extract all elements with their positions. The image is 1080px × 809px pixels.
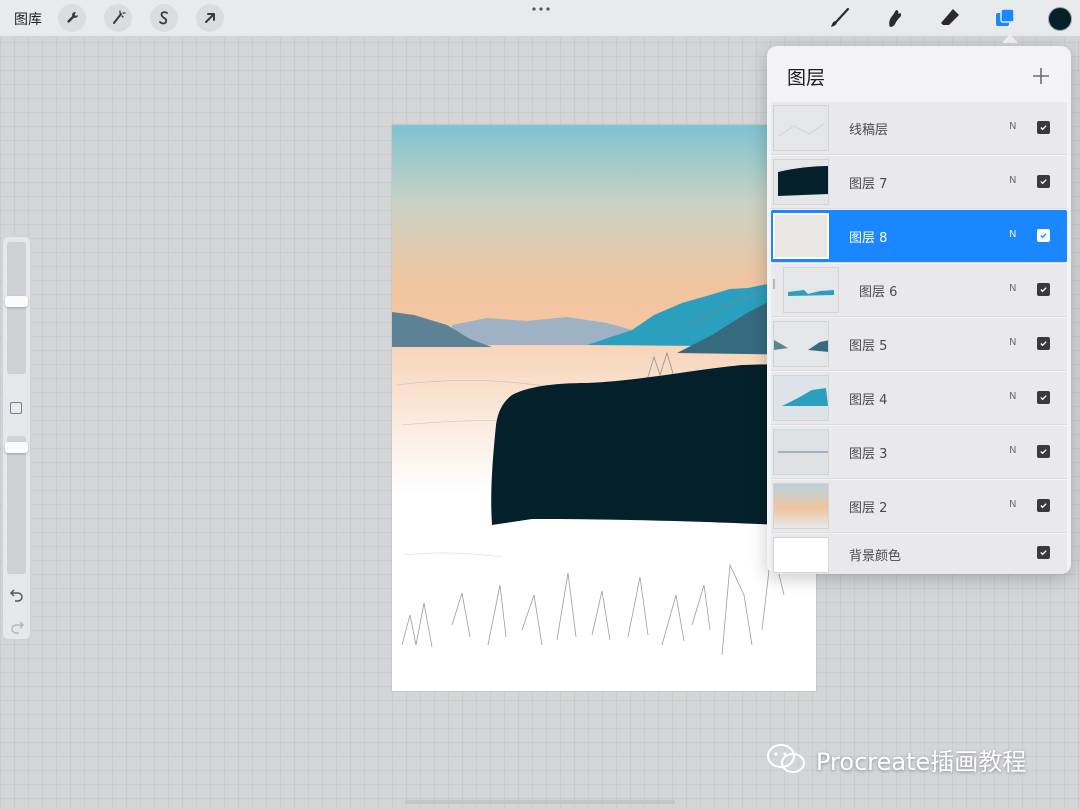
opacity-thumb[interactable]: [5, 442, 28, 453]
eraser-icon[interactable]: [938, 6, 962, 30]
blend-mode-button[interactable]: N: [1009, 445, 1016, 456]
visibility-checkbox[interactable]: [1037, 229, 1050, 242]
undo-icon[interactable]: [9, 588, 25, 602]
layer-row-active[interactable]: 图层 8 N: [771, 210, 1067, 263]
magic-wand-icon[interactable]: [104, 4, 132, 32]
visibility-checkbox[interactable]: [1037, 337, 1050, 350]
layers-panel: 图层 线稿层 N 图层 7 N 图层 8 N 图层 6 N 图层 5 N 图层 …: [767, 46, 1071, 574]
brush-icon[interactable]: [828, 6, 852, 30]
current-color-swatch[interactable]: [1048, 7, 1072, 31]
blend-mode-button[interactable]: N: [1009, 337, 1016, 348]
layers-icon[interactable]: [993, 6, 1017, 30]
blend-mode-button[interactable]: N: [1009, 391, 1016, 402]
layer-name: 图层 5: [849, 339, 888, 354]
layer-name: 图层 4: [849, 393, 888, 408]
layer-thumbnail: [773, 429, 829, 475]
visibility-checkbox[interactable]: [1037, 445, 1050, 458]
layer-row[interactable]: 图层 7 N: [771, 156, 1067, 209]
island-thumbnail-icon: [778, 166, 828, 196]
blend-mode-button[interactable]: N: [1009, 499, 1016, 510]
more-dots-icon[interactable]: [528, 4, 554, 14]
artwork-illustration: [392, 125, 816, 691]
drawing-canvas[interactable]: [392, 125, 816, 691]
smudge-icon[interactable]: [883, 6, 907, 30]
watermark: Procreate插画教程: [766, 742, 1026, 776]
layer-row[interactable]: 图层 5 N: [771, 318, 1067, 371]
brush-size-slider[interactable]: [7, 242, 26, 374]
gallery-button[interactable]: 图库: [14, 9, 42, 29]
water-strip-thumbnail-icon: [788, 290, 834, 296]
layer-thumbnail: [773, 375, 829, 421]
modify-button[interactable]: [10, 402, 22, 414]
blend-mode-button[interactable]: N: [1009, 175, 1016, 186]
horizon-thumbnail-icon: [778, 451, 828, 453]
brush-size-thumb[interactable]: [5, 296, 28, 307]
background-color-row[interactable]: 背景颜色: [771, 534, 1067, 574]
blend-mode-button[interactable]: N: [1009, 121, 1016, 132]
wrench-icon[interactable]: [58, 4, 86, 32]
layer-name: 图层 7: [849, 177, 888, 192]
selection-icon[interactable]: [150, 4, 178, 32]
layer-name: 图层 2: [849, 501, 888, 516]
layer-row[interactable]: 图层 4 N: [771, 372, 1067, 425]
layer-name: 背景颜色: [849, 549, 902, 564]
layer-thumbnail: [773, 213, 829, 259]
visibility-checkbox[interactable]: [1037, 546, 1050, 559]
layer-row[interactable]: 线稿层 N: [771, 102, 1067, 155]
transform-arrow-icon[interactable]: [196, 4, 224, 32]
plus-icon[interactable]: [1031, 66, 1051, 86]
clipping-mask-icon: [773, 279, 775, 289]
top-toolbar: 图库: [0, 0, 1080, 37]
sketch-thumbnail-icon: [778, 123, 825, 137]
blend-mode-button[interactable]: N: [1009, 229, 1016, 240]
layer-name: 线稿层: [849, 123, 889, 138]
opacity-slider[interactable]: [7, 436, 26, 574]
layer-thumbnail: [773, 321, 829, 367]
redo-icon[interactable]: [9, 620, 25, 634]
left-sidebar: [2, 236, 31, 640]
layers-panel-title: 图层: [787, 67, 826, 89]
visibility-checkbox[interactable]: [1037, 175, 1050, 188]
hills-thumbnail-icon: [774, 340, 828, 352]
layer-thumbnail: [773, 537, 829, 573]
visibility-checkbox[interactable]: [1037, 121, 1050, 134]
layer-row[interactable]: 图层 6 N: [771, 264, 1067, 317]
visibility-checkbox[interactable]: [1037, 391, 1050, 404]
layer-name: 图层 6: [859, 285, 898, 300]
layer-row[interactable]: 图层 2 N: [771, 480, 1067, 533]
home-indicator: [405, 800, 675, 804]
watermark-text: Procreate插画教程: [816, 747, 1027, 776]
visibility-checkbox[interactable]: [1037, 283, 1050, 296]
wechat-icon: [767, 744, 805, 773]
layer-thumbnail: [773, 105, 829, 151]
layer-name: 图层 8: [849, 231, 888, 246]
layer-thumbnail: [773, 159, 829, 205]
mountain-thumbnail-icon: [782, 388, 828, 406]
layer-thumbnail: [773, 483, 829, 529]
visibility-checkbox[interactable]: [1037, 499, 1050, 512]
blend-mode-button[interactable]: N: [1009, 283, 1016, 294]
layer-thumbnail: [783, 267, 839, 313]
layer-name: 图层 3: [849, 447, 888, 462]
popover-arrow: [1002, 34, 1018, 43]
layer-row[interactable]: 图层 3 N: [771, 426, 1067, 479]
